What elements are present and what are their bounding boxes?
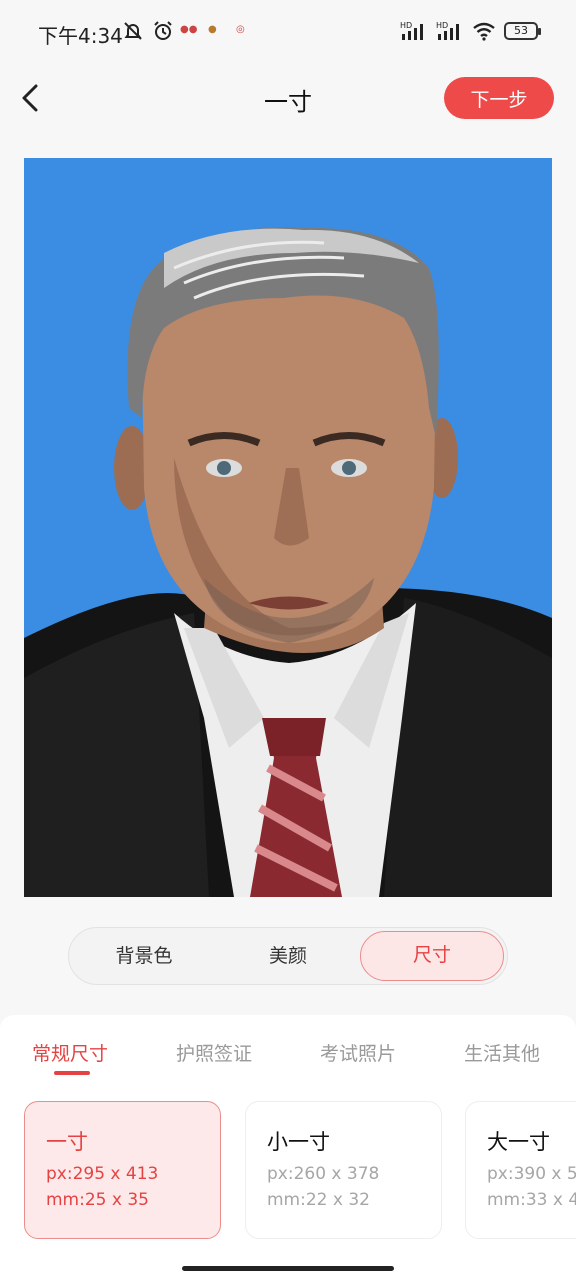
size-card-px: px:295 x 413 bbox=[46, 1164, 159, 1184]
network-label: HD bbox=[400, 21, 412, 30]
category-active-indicator bbox=[54, 1071, 90, 1075]
wifi-icon bbox=[473, 22, 495, 41]
status-time: 下午4:34 bbox=[38, 24, 123, 48]
size-card-px: px:390 x 567 bbox=[487, 1164, 576, 1184]
notification-icon: ◎ bbox=[236, 24, 245, 35]
portrait-image bbox=[24, 227, 552, 897]
size-card[interactable]: 小一寸 px:260 x 378 mm:22 x 32 bbox=[245, 1101, 442, 1239]
size-card-mm: mm:33 x 48 bbox=[487, 1190, 576, 1210]
size-card-mm: mm:25 x 35 bbox=[46, 1190, 149, 1210]
network-label: HD bbox=[436, 21, 448, 30]
status-icons-right: HD HD 53 bbox=[400, 20, 541, 42]
signal-icon: HD bbox=[436, 21, 459, 40]
size-panel: 常规尺寸 护照签证 考试照片 生活其他 一寸 px:295 x 413 mm:2… bbox=[0, 1015, 576, 1280]
bell-muted-icon bbox=[124, 22, 142, 40]
category-exam-photo[interactable]: 考试照片 bbox=[320, 1039, 396, 1066]
size-card-px: px:260 x 378 bbox=[267, 1164, 380, 1184]
notification-icon: ●● bbox=[180, 24, 198, 35]
top-bar: 一寸 下一步 bbox=[0, 60, 576, 136]
battery-indicator: 53 bbox=[504, 22, 541, 40]
id-photo-preview bbox=[24, 158, 552, 897]
status-bar: 下午4:34 ●● ● ◎ HD HD 53 bbox=[0, 0, 576, 60]
status-icons-left bbox=[122, 20, 174, 42]
home-indicator bbox=[182, 1266, 394, 1271]
tab-background-color[interactable]: 背景色 bbox=[72, 931, 216, 981]
category-life-other[interactable]: 生活其他 bbox=[464, 1039, 540, 1066]
size-card-name: 大一寸 bbox=[487, 1130, 550, 1154]
signal-icon: HD bbox=[400, 21, 423, 40]
tab-beauty[interactable]: 美颜 bbox=[216, 931, 360, 981]
size-card[interactable]: 大一寸 px:390 x 567 mm:33 x 48 bbox=[465, 1101, 576, 1239]
category-passport-visa[interactable]: 护照签证 bbox=[176, 1039, 252, 1066]
tab-size[interactable]: 尺寸 bbox=[360, 931, 504, 981]
alarm-icon bbox=[154, 21, 172, 40]
notification-icon: ● bbox=[208, 24, 217, 35]
size-card[interactable]: 一寸 px:295 x 413 mm:25 x 35 bbox=[24, 1101, 221, 1239]
category-regular-size[interactable]: 常规尺寸 bbox=[32, 1039, 108, 1066]
next-step-button[interactable]: 下一步 bbox=[444, 77, 554, 119]
size-card-name: 小一寸 bbox=[267, 1130, 330, 1154]
size-card-name: 一寸 bbox=[46, 1130, 88, 1154]
size-card-mm: mm:22 x 32 bbox=[267, 1190, 370, 1210]
edit-mode-tabs: 背景色 美颜 尺寸 bbox=[68, 927, 508, 985]
